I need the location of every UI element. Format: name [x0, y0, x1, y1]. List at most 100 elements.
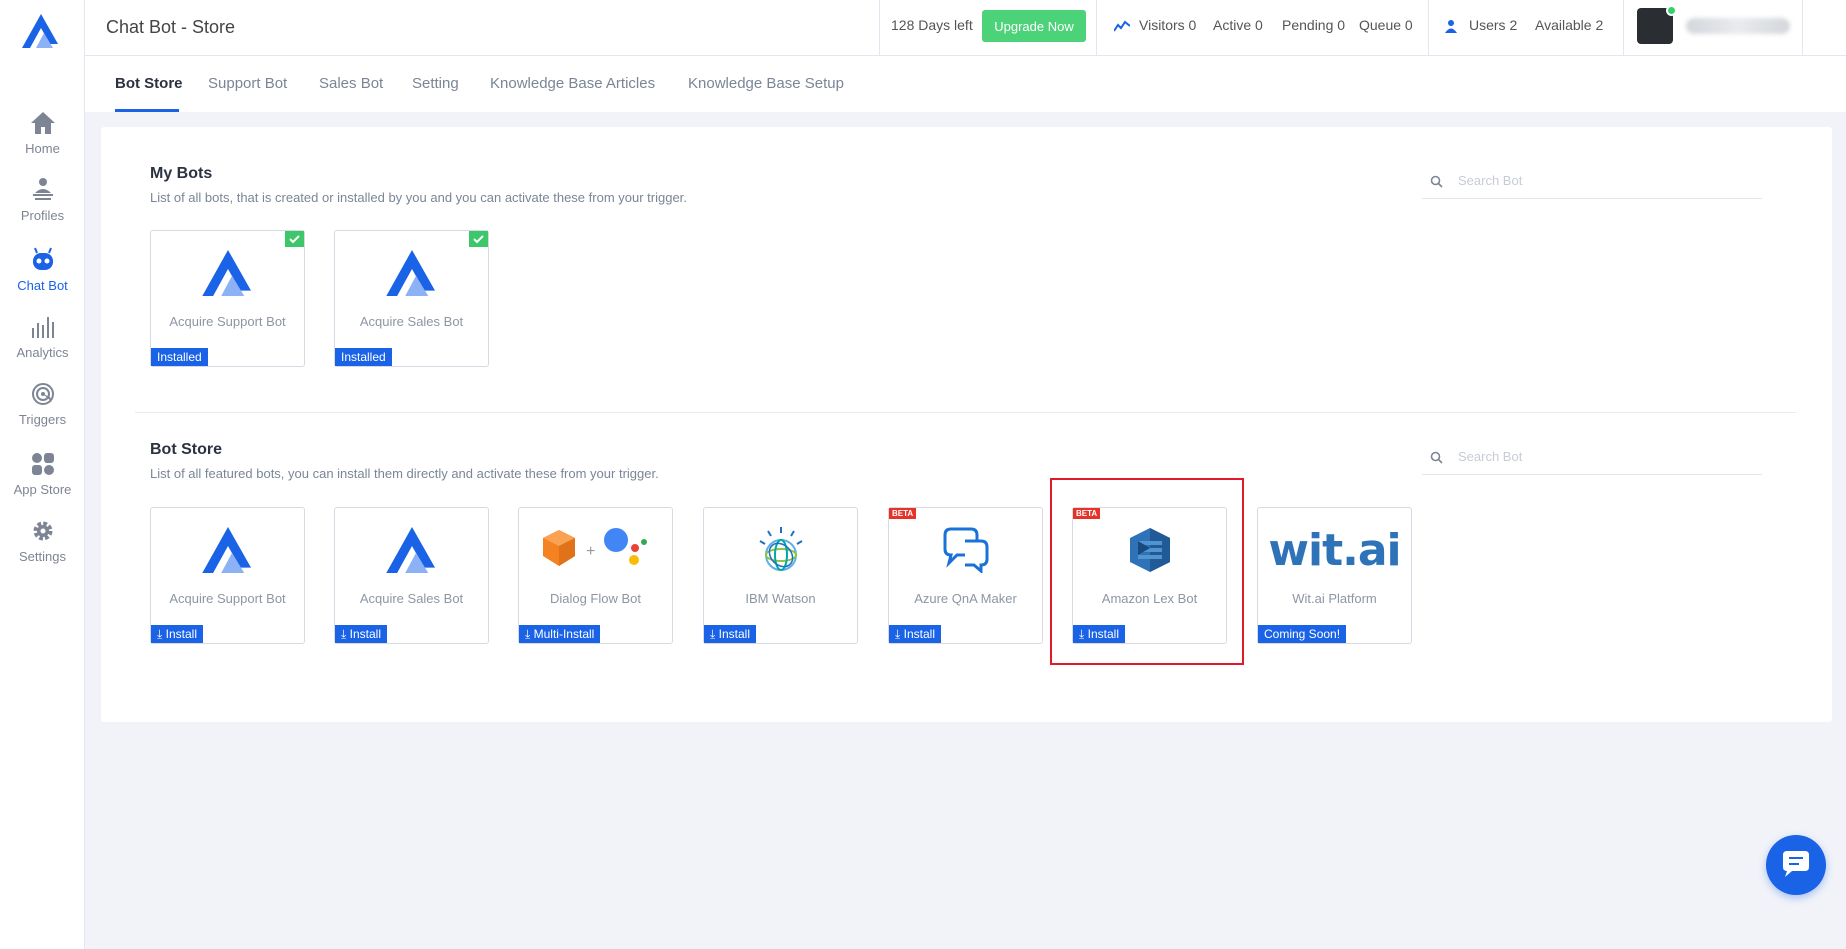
header-divider: [1096, 0, 1097, 56]
beta-badge: BETA: [889, 508, 917, 519]
profiles-icon: [32, 178, 53, 200]
my-bots-description: List of all bots, that is created or ins…: [150, 190, 687, 205]
my-bots-search: [1422, 163, 1762, 199]
chat-widget-button[interactable]: [1766, 835, 1826, 895]
trial-days-left: 128 Days left: [891, 17, 973, 33]
install-button[interactable]: ⤓ Install: [889, 625, 941, 643]
bot-name: Dialog Flow Bot: [549, 591, 642, 606]
installed-check-icon: [469, 231, 488, 247]
app-store-icon: [31, 453, 54, 475]
sidebar-item-settings[interactable]: Settings: [0, 518, 85, 564]
users-count[interactable]: Users 2: [1469, 17, 1517, 33]
top-header: Chat Bot - Store 128 Days left Upgrade N…: [85, 0, 1846, 56]
store-bot-card-wit-ai[interactable]: wit.ai Wit.ai Platform Coming Soon!: [1257, 507, 1412, 644]
sidebar-item-label: Triggers: [18, 412, 67, 427]
store-bot-card-acquire-support[interactable]: Acquire Support Bot ⤓ Install: [150, 507, 305, 644]
tab-setting[interactable]: Setting: [412, 75, 459, 92]
tab-knowledge-base-setup[interactable]: Knowledge Base Setup: [688, 75, 844, 92]
header-divider: [879, 0, 880, 56]
gear-icon: [33, 521, 52, 541]
store-bot-card-acquire-sales[interactable]: Acquire Sales Bot ⤓ Install: [334, 507, 489, 644]
sidebar-item-label: Chat Bot: [17, 278, 68, 293]
header-divider: [1802, 0, 1803, 56]
coming-soon-badge: Coming Soon!: [1258, 625, 1347, 643]
user-icon: [1445, 20, 1457, 33]
online-status-dot: [1666, 5, 1677, 16]
header-divider: [1623, 0, 1624, 56]
bot-store-search: [1422, 439, 1762, 475]
azure-qna-logo-icon: [943, 527, 988, 573]
header-divider: [1428, 0, 1429, 56]
home-icon: [30, 112, 55, 134]
svg-text:+: +: [586, 543, 595, 560]
acquire-logo-icon: [385, 250, 435, 296]
installed-badge: Installed: [151, 348, 208, 366]
sidebar-item-profiles[interactable]: Profiles: [0, 177, 85, 223]
section-divider: [135, 412, 1796, 413]
my-bots-title: My Bots: [150, 165, 213, 182]
bot-name: Acquire Support Bot: [169, 591, 286, 606]
dialogflow-logo-icon: +: [542, 528, 647, 566]
analytics-icon: [31, 317, 54, 338]
my-bots-search-input[interactable]: [1458, 169, 1748, 191]
install-button[interactable]: ⤓ Install: [704, 625, 756, 643]
acquire-logo-icon[interactable]: [22, 14, 60, 48]
tab-sales-bot[interactable]: Sales Bot: [319, 75, 383, 92]
sidebar-item-analytics[interactable]: Analytics: [0, 314, 85, 360]
multi-install-button[interactable]: ⤓ Multi-Install: [519, 625, 601, 643]
highlight-box: [1050, 478, 1244, 665]
sidebar-item-label: App Store: [13, 482, 72, 497]
bot-name: Wit.ai Platform: [1292, 591, 1377, 606]
pending-count[interactable]: Pending 0: [1282, 17, 1345, 33]
installed-badge: Installed: [335, 348, 392, 366]
wit-ai-logo-icon: wit.ai: [1268, 524, 1401, 576]
upgrade-now-button[interactable]: Upgrade Now: [982, 10, 1086, 42]
store-bot-card-dialog-flow[interactable]: + Dialog Flow Bot ⤓ Multi-Install: [518, 507, 673, 644]
bot-name: Acquire Sales Bot: [359, 591, 464, 606]
store-bot-card-azure-qna[interactable]: BETA Azure QnA Maker ⤓ Install: [888, 507, 1043, 644]
search-icon: [1430, 175, 1443, 188]
sidebar: Home Profiles Chat Bot Analytics Trigger…: [0, 0, 85, 949]
my-bot-card-acquire-sales[interactable]: Acquire Sales Bot Installed: [334, 230, 489, 367]
store-bot-card-ibm-watson[interactable]: IBM Watson ⤓ Install: [703, 507, 858, 644]
bot-store-description: List of all featured bots, you can insta…: [150, 466, 659, 481]
acquire-logo-icon: [201, 527, 251, 573]
install-button[interactable]: ⤓ Install: [335, 625, 387, 643]
chatbot-icon: [32, 247, 53, 270]
queue-count[interactable]: Queue 0: [1359, 17, 1413, 33]
acquire-logo-icon: [385, 527, 435, 573]
tab-bar: Bot Store Support Bot Sales Bot Setting …: [85, 56, 1846, 112]
active-count[interactable]: Active 0: [1213, 17, 1263, 33]
tab-support-bot[interactable]: Support Bot: [208, 75, 287, 92]
user-name-blurred[interactable]: [1686, 18, 1790, 34]
available-count[interactable]: Available 2: [1535, 17, 1603, 33]
install-button[interactable]: ⤓ Install: [151, 625, 203, 643]
tab-bot-store[interactable]: Bot Store: [115, 75, 183, 92]
sidebar-item-triggers[interactable]: Triggers: [0, 381, 85, 427]
ibm-watson-logo-icon: [758, 527, 803, 571]
my-bot-card-acquire-support[interactable]: Acquire Support Bot Installed: [150, 230, 305, 367]
acquire-logo-icon: [201, 250, 251, 296]
bot-name: IBM Watson: [745, 591, 816, 606]
sidebar-item-home[interactable]: Home: [0, 110, 85, 156]
bot-name: Azure QnA Maker: [914, 591, 1017, 606]
sidebar-item-chat-bot[interactable]: Chat Bot: [0, 247, 85, 293]
active-tab-indicator: [115, 109, 179, 112]
bot-store-search-input[interactable]: [1458, 445, 1748, 467]
bot-name: Acquire Support Bot: [169, 314, 286, 329]
visitors-chart-icon: [1114, 20, 1130, 32]
page-title: Chat Bot - Store: [106, 17, 236, 37]
bot-store-title: Bot Store: [150, 441, 222, 458]
installed-check-icon: [285, 231, 304, 247]
visitors-count[interactable]: Visitors 0: [1139, 17, 1196, 33]
tab-knowledge-base-articles[interactable]: Knowledge Base Articles: [490, 75, 655, 92]
sidebar-item-label: Home: [25, 141, 60, 156]
chat-bubble-icon: [1783, 851, 1809, 877]
sidebar-item-label: Profiles: [20, 208, 65, 223]
sidebar-item-label: Settings: [19, 549, 66, 564]
triggers-icon: [31, 383, 54, 405]
search-icon: [1430, 451, 1443, 464]
sidebar-item-app-store[interactable]: App Store: [0, 451, 85, 497]
sidebar-item-label: Analytics: [16, 345, 69, 360]
bot-name: Acquire Sales Bot: [359, 314, 464, 329]
